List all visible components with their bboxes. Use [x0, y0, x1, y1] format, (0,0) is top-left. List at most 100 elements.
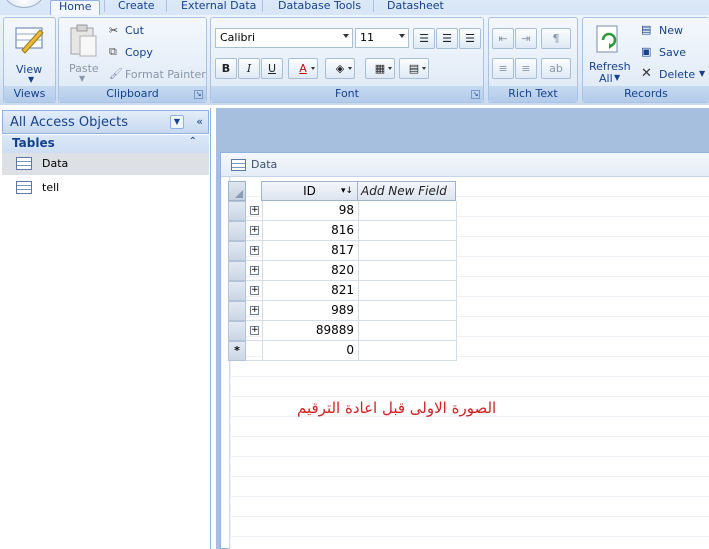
tab-create[interactable]: Create: [118, 0, 155, 14]
tab-datasheet[interactable]: Datasheet: [387, 0, 444, 14]
align-left-button[interactable]: ☰: [413, 28, 435, 49]
save-icon: ▣: [641, 45, 652, 58]
chevron-down-icon: ▼: [699, 69, 706, 78]
row-selector[interactable]: [228, 201, 246, 221]
save-record-button[interactable]: ▣ Save: [639, 45, 707, 63]
align-center-icon: ☰: [442, 32, 452, 45]
expand-icon[interactable]: +: [250, 286, 259, 295]
nav-item-tell[interactable]: tell: [2, 177, 209, 199]
navigation-pane: All Access Objects ▼ « Tables ⌃ Data tel…: [0, 108, 211, 549]
new-field-cell[interactable]: [358, 241, 457, 261]
expand-cell: +: [246, 221, 262, 241]
dialog-launcher-icon[interactable]: ↘: [471, 90, 480, 99]
table-icon: [16, 181, 32, 194]
row-selector[interactable]: [228, 241, 246, 261]
underline-button[interactable]: U: [261, 58, 283, 79]
italic-button[interactable]: I: [238, 58, 260, 79]
new-field-cell[interactable]: [358, 321, 457, 341]
id-cell[interactable]: 89889: [262, 321, 359, 341]
new-field-cell[interactable]: [358, 201, 457, 221]
expand-icon[interactable]: +: [250, 206, 259, 215]
delete-icon: ✕: [641, 66, 652, 81]
font-size-select[interactable]: 11: [355, 28, 409, 48]
paragraph-icon: ¶: [552, 32, 560, 45]
expand-cell: +: [246, 201, 262, 221]
table-icon: [16, 157, 32, 170]
fill-color-button[interactable]: ◈: [325, 58, 355, 79]
row-selector[interactable]: [228, 301, 246, 321]
new-record-button[interactable]: ▤ New: [639, 23, 707, 41]
decrease-indent-button[interactable]: ⇤: [492, 28, 514, 49]
id-cell[interactable]: 0: [262, 341, 359, 361]
copy-icon: ⧉: [109, 45, 117, 58]
nav-group-tables[interactable]: Tables ⌃: [2, 135, 209, 153]
view-button[interactable]: View ▼: [8, 22, 52, 84]
new-record-marker[interactable]: *: [228, 341, 246, 361]
id-cell[interactable]: 816: [262, 221, 359, 241]
cut-button[interactable]: ✂ Cut: [107, 23, 205, 41]
highlight-button[interactable]: ab: [541, 58, 571, 79]
column-header-add-new-field[interactable]: Add New Field: [357, 181, 456, 201]
copy-button[interactable]: ⧉ Copy: [107, 45, 205, 63]
sort-filter-icon[interactable]: ▾↓: [341, 182, 353, 200]
align-right-button[interactable]: ☰: [459, 28, 481, 49]
align-center-button[interactable]: ☰: [436, 28, 458, 49]
refresh-all-button[interactable]: Refresh All ▼: [585, 22, 633, 85]
alternate-fill-button[interactable]: ▤: [399, 58, 429, 79]
nav-pane-header[interactable]: All Access Objects ▼ «: [2, 110, 209, 134]
format-painter-button[interactable]: 🖌 Format Painter: [107, 67, 206, 85]
views-group: View ▼ Views: [3, 17, 56, 103]
expand-icon[interactable]: +: [250, 246, 259, 255]
new-field-cell[interactable]: [358, 261, 457, 281]
expand-icon[interactable]: +: [250, 266, 259, 275]
refresh-sub-label: All: [599, 72, 613, 85]
select-all-cell[interactable]: [228, 181, 246, 201]
expand-icon[interactable]: +: [250, 326, 259, 335]
gridlines-button[interactable]: ▦: [365, 58, 395, 79]
tab-home[interactable]: Home: [50, 0, 101, 16]
datasheet: ID ▾↓ Add New Field + 98 + 816 + 817 + 8…: [218, 108, 458, 408]
paint-bucket-icon: ◈: [335, 62, 345, 75]
new-field-cell[interactable]: [358, 301, 457, 321]
office-button[interactable]: [4, 0, 44, 8]
id-cell[interactable]: 989: [262, 301, 359, 321]
tab-separator: [373, 0, 374, 12]
row-selector[interactable]: [228, 221, 246, 241]
new-field-cell[interactable]: [358, 281, 457, 301]
numbered-list-icon: ≡: [498, 62, 508, 75]
paragraph-direction-button[interactable]: ¶: [541, 28, 571, 49]
collapse-pane-icon[interactable]: «: [196, 115, 203, 128]
chevron-down-icon: [348, 67, 352, 70]
increase-indent-button[interactable]: ⇥: [515, 28, 537, 49]
paste-button[interactable]: Paste ▼: [63, 22, 103, 84]
delete-record-button[interactable]: ✕ Delete ▼: [639, 66, 707, 85]
id-cell[interactable]: 98: [262, 201, 359, 221]
nav-item-data[interactable]: Data: [2, 153, 209, 175]
nav-group-label: Tables: [12, 136, 55, 150]
expand-cell: +: [246, 301, 262, 321]
column-header-id[interactable]: ID ▾↓: [261, 181, 358, 201]
font-color-button[interactable]: A: [288, 58, 318, 79]
expand-cell: +: [246, 261, 262, 281]
row-selector[interactable]: [228, 321, 246, 341]
expand-cell: +: [246, 241, 262, 261]
bullets-button[interactable]: ≡: [515, 58, 537, 79]
expand-icon[interactable]: +: [250, 226, 259, 235]
font-name-select[interactable]: Calibri: [215, 28, 353, 48]
chevron-up-icon[interactable]: ⌃: [189, 136, 197, 147]
copy-label: Copy: [125, 46, 153, 59]
tab-database-tools[interactable]: Database Tools: [278, 0, 361, 14]
numbering-button[interactable]: ≡: [492, 58, 514, 79]
new-field-cell[interactable]: [358, 341, 457, 361]
dialog-launcher-icon[interactable]: ↘: [194, 90, 203, 99]
chevron-down-icon[interactable]: ▼: [170, 115, 184, 129]
row-selector[interactable]: [228, 261, 246, 281]
id-cell[interactable]: 817: [262, 241, 359, 261]
new-field-cell[interactable]: [358, 221, 457, 241]
id-cell[interactable]: 821: [262, 281, 359, 301]
bold-button[interactable]: B: [215, 58, 237, 79]
expand-icon[interactable]: +: [250, 306, 259, 315]
row-selector[interactable]: [228, 281, 246, 301]
tab-external-data[interactable]: External Data: [181, 0, 256, 14]
id-cell[interactable]: 820: [262, 261, 359, 281]
